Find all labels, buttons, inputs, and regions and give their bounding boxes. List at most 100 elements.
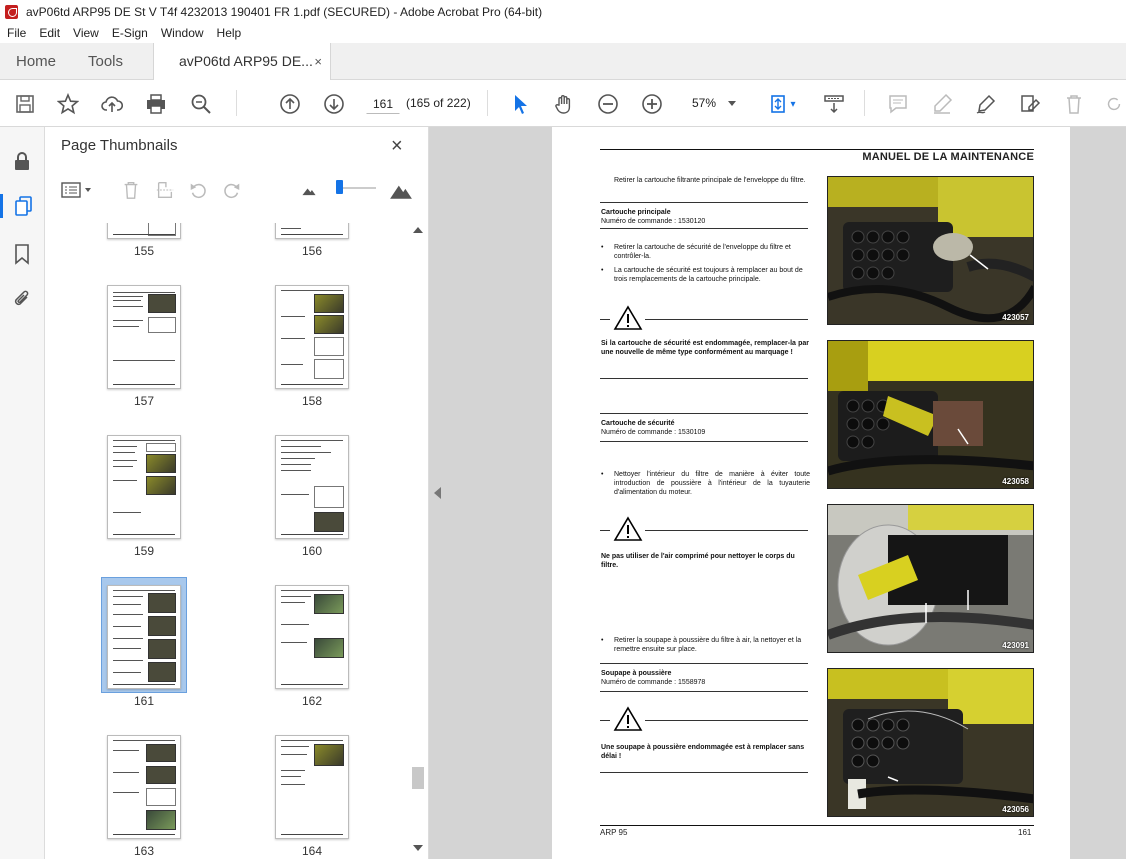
thumbnail-size-slider[interactable] xyxy=(336,180,343,194)
thumbnail-label: 155 xyxy=(133,244,155,258)
page-thumbnails-icon[interactable] xyxy=(0,194,45,218)
menu-esign[interactable]: E-Sign xyxy=(112,26,148,40)
tab-close-icon[interactable]: × xyxy=(314,43,322,80)
section-rule xyxy=(600,772,808,773)
thumbnail-label: 156 xyxy=(301,244,323,258)
comment-icon[interactable] xyxy=(886,92,910,116)
warning-rule xyxy=(600,319,610,320)
photo-number: 423057 xyxy=(1002,313,1029,322)
larger-thumbnails-icon[interactable] xyxy=(388,180,414,200)
engine-photo-4: 423056 xyxy=(827,668,1034,817)
menu-help[interactable]: Help xyxy=(217,26,242,40)
bullet-dot: • xyxy=(601,471,604,478)
lock-icon[interactable] xyxy=(10,149,34,173)
page-thumbnail-163[interactable] xyxy=(107,735,181,839)
tab-document[interactable]: avP06td ARP95 DE... × xyxy=(153,43,331,81)
edit-pdf-icon[interactable] xyxy=(1018,92,1042,116)
safety-cartridge-title: Cartouche de sécurité xyxy=(601,420,675,427)
zoom-search-icon[interactable] xyxy=(189,92,213,116)
menu-view[interactable]: View xyxy=(73,26,99,40)
dust-valve-title: Soupape à poussière xyxy=(601,670,672,677)
next-page-icon[interactable] xyxy=(322,92,346,116)
page-count: (165 of 222) xyxy=(406,96,471,110)
scrollbar-thumb[interactable] xyxy=(412,767,424,789)
scroll-up-arrow-icon[interactable] xyxy=(413,227,423,233)
zoom-out-icon[interactable] xyxy=(596,92,620,116)
thumbnail-label: 159 xyxy=(133,544,155,558)
page-number-input[interactable]: 161 xyxy=(366,92,400,114)
rotate-clockwise-icon[interactable] xyxy=(221,180,243,200)
rotate-icon[interactable] xyxy=(1104,92,1124,116)
save-icon[interactable] xyxy=(13,92,37,116)
warning-text-3: Une soupape à poussière endommagée est à… xyxy=(601,744,805,760)
smaller-thumbnails-icon[interactable] xyxy=(298,180,320,200)
bookmark-star-icon[interactable] xyxy=(56,92,80,116)
menu-file[interactable]: File xyxy=(7,26,26,40)
tab-tools[interactable]: Tools xyxy=(88,43,123,80)
panel-close-icon[interactable]: × xyxy=(391,135,403,158)
scroll-mode-icon[interactable] xyxy=(822,92,846,116)
tab-home[interactable]: Home xyxy=(16,43,56,80)
bullet-text-4: Retirer la soupape à poussière du filtre… xyxy=(614,637,802,653)
thumbnail-scrollbar[interactable] xyxy=(409,223,427,859)
warning-triangle-icon xyxy=(613,706,643,731)
thumbnail-label: 157 xyxy=(133,394,155,408)
attachments-icon[interactable] xyxy=(10,287,34,311)
upload-cloud-icon[interactable] xyxy=(100,92,124,116)
page-thumbnail-158[interactable] xyxy=(275,285,349,389)
section-rule xyxy=(600,378,808,379)
section-rule xyxy=(600,202,808,203)
footer-model: ARP 95 xyxy=(600,828,628,837)
warning-rule xyxy=(600,720,610,721)
bullet-dot: • xyxy=(601,637,604,644)
hand-tool-icon[interactable] xyxy=(552,92,576,116)
rotate-counterclockwise-icon[interactable] xyxy=(187,180,209,200)
collapse-panel-arrow-icon[interactable] xyxy=(434,487,441,499)
extract-pages-icon[interactable] xyxy=(154,180,176,200)
thumbnail-grid: 155 156 157 158 159 160 161 162 163 164 xyxy=(45,223,409,859)
bullet-text-1: Retirer la cartouche de sécurité de l'en… xyxy=(614,244,791,260)
menu-bar: File Edit View E-Sign Window Help xyxy=(0,24,1126,43)
page-thumbnail-161[interactable] xyxy=(107,585,181,689)
page-thumbnail-156[interactable] xyxy=(275,223,349,239)
zoom-level-dropdown[interactable]: 57% xyxy=(682,92,742,114)
page-thumbnail-159[interactable] xyxy=(107,435,181,539)
scroll-down-arrow-icon[interactable] xyxy=(413,845,423,851)
print-icon[interactable] xyxy=(144,92,168,116)
page-thumbnail-164[interactable] xyxy=(275,735,349,839)
pdf-page: MANUEL DE LA MAINTENANCE Retirer la cart… xyxy=(552,127,1070,859)
footer-page-number: 161 xyxy=(1018,828,1032,837)
menu-edit[interactable]: Edit xyxy=(39,26,60,40)
zoom-in-icon[interactable] xyxy=(640,92,664,116)
fit-dropdown-chevron-icon[interactable]: ▾ xyxy=(786,92,800,116)
delete-pages-icon[interactable] xyxy=(120,180,142,200)
page-thumbnail-160[interactable] xyxy=(275,435,349,539)
warning-rule xyxy=(645,720,808,721)
intro-text: Retirer la cartouche filtrante principal… xyxy=(614,177,806,184)
previous-page-icon[interactable] xyxy=(278,92,302,116)
section-rule xyxy=(600,228,808,229)
dust-valve-ref: Numéro de commande : 1558978 xyxy=(601,679,706,686)
page-thumbnail-157[interactable] xyxy=(107,285,181,389)
photo-number: 423058 xyxy=(1002,477,1029,486)
bookmarks-icon[interactable] xyxy=(10,242,34,266)
page-thumbnail-155[interactable] xyxy=(107,223,181,239)
panel-title: Page Thumbnails xyxy=(61,137,178,154)
title-bar: avP06td ARP95 DE St V T4f 4232013 190401… xyxy=(0,0,1126,24)
select-cursor-icon[interactable] xyxy=(508,92,532,116)
menu-window[interactable]: Window xyxy=(161,26,204,40)
thumbnail-options-menu-icon[interactable] xyxy=(61,180,95,200)
highlight-pen-icon[interactable] xyxy=(930,92,954,116)
thumbnail-label: 158 xyxy=(301,394,323,408)
sign-pen-icon[interactable] xyxy=(974,92,998,116)
thumbnail-label: 161 xyxy=(133,694,155,708)
thumbnail-label: 164 xyxy=(301,844,323,858)
thumbnail-label: 162 xyxy=(301,694,323,708)
warning-rule xyxy=(645,319,808,320)
toolbar-divider xyxy=(487,90,488,116)
page-thumbnail-162[interactable] xyxy=(275,585,349,689)
engine-photo-1: 423057 xyxy=(827,176,1034,325)
warning-triangle-icon xyxy=(613,305,643,330)
delete-trash-icon[interactable] xyxy=(1062,92,1086,116)
thumbnail-size-track xyxy=(338,187,376,189)
